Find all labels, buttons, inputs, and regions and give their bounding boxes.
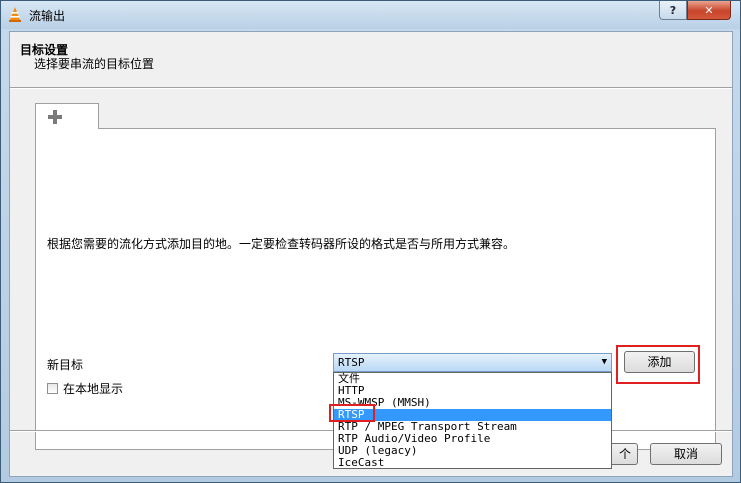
dropdown-option-file[interactable]: 文件 (334, 373, 611, 385)
cancel-button[interactable]: 取消 (650, 443, 722, 465)
info-text: 根据您需要的流化方式添加目的地。一定要检查转码器所设的格式是否与所用方式兼容。 (47, 237, 516, 251)
chevron-down-icon[interactable]: ▼ (602, 354, 607, 371)
close-button[interactable]: ✕ (687, 1, 731, 20)
window-title: 流输出 (29, 9, 66, 23)
destination-select[interactable]: RTSP ▼ (333, 353, 612, 372)
local-display-checkbox[interactable] (47, 383, 58, 394)
destination-select-value: RTSP (338, 356, 365, 369)
dialog-body: 目标设置 选择要串流的目标位置 根据您需要的流化方式添加目的地。一定要检查转码器… (9, 31, 733, 477)
local-display-label: 在本地显示 (63, 382, 124, 396)
header-divider (10, 87, 732, 89)
plus-icon (48, 110, 62, 124)
dropdown-option-icecast[interactable]: IceCast (334, 457, 611, 469)
vlc-cone-icon (9, 7, 21, 22)
title-bar[interactable]: 流输出 ? ✕ (1, 1, 740, 29)
destination-dropdown-list: 文件 HTTP MS-WMSP (MMSH) RTSP RTP / MPEG T… (333, 372, 612, 469)
help-button[interactable]: ? (659, 1, 687, 20)
new-target-label: 新目标 (47, 358, 84, 372)
add-button[interactable]: 添加 (624, 351, 695, 373)
page-subtitle: 选择要串流的目标位置 (34, 57, 155, 71)
stream-output-window: 流输出 ? ✕ 目标设置 选择要串流的目标位置 根据您需要的流化方式添加目的地。… (0, 0, 741, 483)
tab-add-destination[interactable] (35, 103, 99, 129)
local-display-row[interactable]: 在本地显示 (47, 380, 123, 397)
dropdown-option-mmsh[interactable]: MS-WMSP (MMSH) (334, 397, 611, 409)
